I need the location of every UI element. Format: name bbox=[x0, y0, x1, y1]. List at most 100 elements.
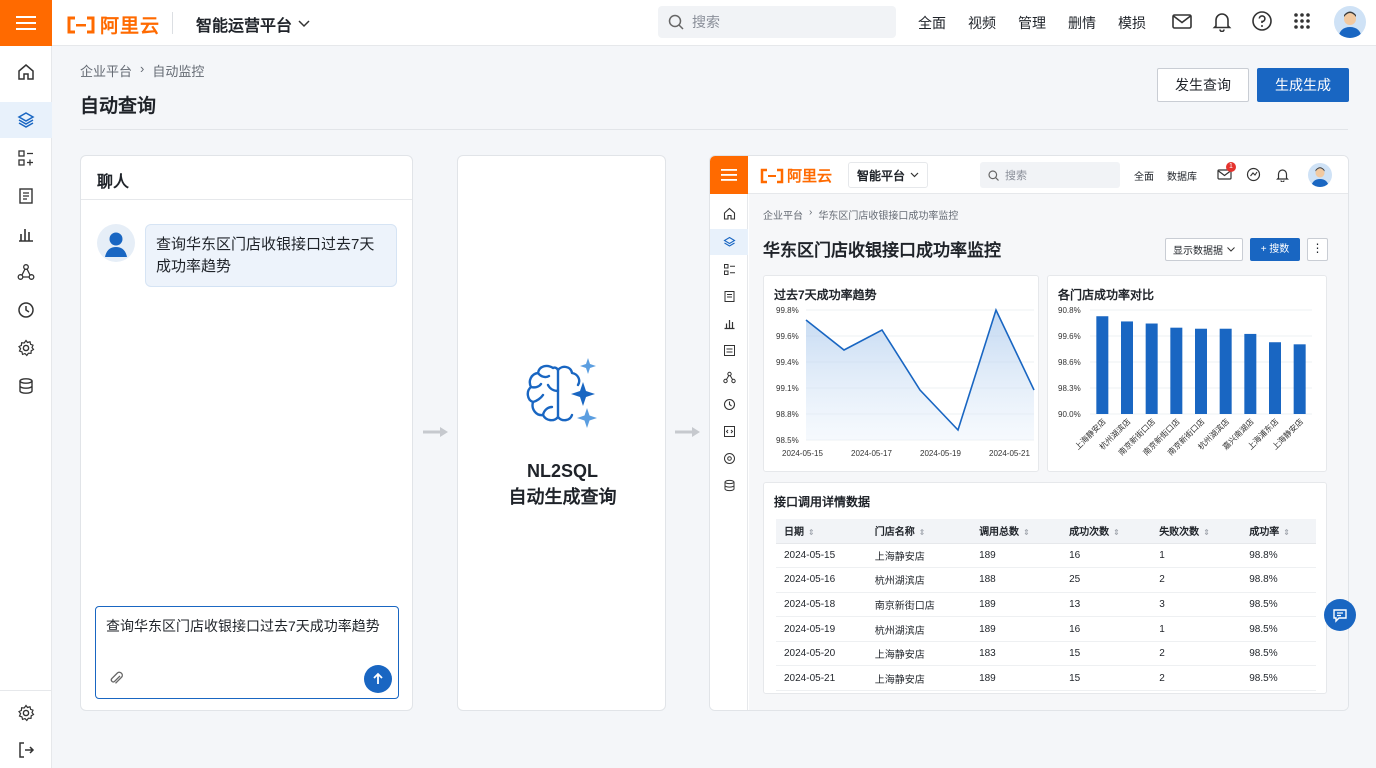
bell-icon[interactable] bbox=[1275, 167, 1290, 182]
generate-button[interactable]: 生成生成 bbox=[1257, 68, 1349, 102]
column-header-rate[interactable]: 成功率 ⇕ bbox=[1241, 519, 1316, 544]
chat-input[interactable]: 查询华东区门店收银接口过去7天成功率趋势 bbox=[95, 606, 399, 699]
document-icon bbox=[19, 188, 33, 204]
preview-main: 企业平台 › 华东区门店收银接口成功率监控 华东区门店收银接口成功率监控 显示数… bbox=[749, 194, 1348, 710]
preview-page-title: 华东区门店收银接口成功率监控 bbox=[763, 241, 1001, 260]
preview-sidebar-item-database[interactable] bbox=[710, 472, 748, 498]
preview-sidebar-item-target[interactable] bbox=[710, 445, 748, 471]
sidebar-item-list-add[interactable] bbox=[0, 140, 52, 176]
preview-sidebar-item-layers[interactable] bbox=[710, 229, 748, 255]
preview-brand-name: 阿里云 bbox=[787, 168, 833, 185]
user-avatar[interactable] bbox=[1334, 6, 1366, 38]
document-icon bbox=[724, 290, 734, 302]
preview-nav-item[interactable]: 全面 bbox=[1134, 168, 1154, 183]
sidebar-item-network[interactable] bbox=[0, 254, 52, 290]
preview-search-input[interactable]: 搜索 bbox=[980, 162, 1120, 188]
table-row[interactable]: 2024-05-15 上海静安店 189 16 1 98.8% bbox=[776, 543, 1316, 569]
nav-item[interactable]: 全面 bbox=[918, 13, 946, 33]
preview-menu-button[interactable] bbox=[710, 156, 748, 194]
activity-icon[interactable] bbox=[1246, 167, 1261, 182]
table-row[interactable]: 2024-05-20 上海静安店 183 15 2 98.5% bbox=[776, 641, 1316, 667]
breadcrumb-item[interactable]: 华东区门店收银接口成功率监控 bbox=[818, 207, 958, 222]
flow-arrow-icon bbox=[423, 427, 448, 437]
x-tick-label: 2024-05-17 bbox=[851, 449, 892, 458]
trend-area bbox=[806, 310, 1034, 440]
chevron-down-icon bbox=[910, 172, 919, 178]
help-icon[interactable] bbox=[1251, 10, 1273, 32]
breadcrumb-item[interactable]: 企业平台 bbox=[80, 61, 132, 80]
table-row[interactable]: 2024-05-21 上海静安店 189 15 2 98.5% bbox=[776, 665, 1316, 692]
nav-item[interactable]: 删情 bbox=[1068, 13, 1096, 33]
preview-sidebar-item-code[interactable] bbox=[710, 418, 748, 444]
home-icon bbox=[18, 64, 34, 80]
sidebar-item-home[interactable] bbox=[0, 54, 52, 90]
bar bbox=[1269, 342, 1281, 414]
preview-sidebar-item-analytics[interactable] bbox=[710, 310, 748, 336]
x-tick-label: 2024-05-19 bbox=[920, 449, 961, 458]
mail-icon[interactable] bbox=[1171, 10, 1193, 32]
column-header-success[interactable]: 成功次数 ⇕ bbox=[1061, 519, 1152, 544]
gear-icon bbox=[18, 704, 35, 722]
sidebar-item-logout[interactable] bbox=[0, 732, 52, 768]
y-tick-label: 98.5% bbox=[776, 436, 799, 445]
store-comparison-title: 各门店成功率对比 bbox=[1058, 288, 1155, 302]
breadcrumb-item[interactable]: 自动监控 bbox=[152, 61, 204, 80]
table-row[interactable]: 2024-05-19 杭州湖滨店 189 16 1 98.5% bbox=[776, 616, 1316, 642]
column-header-total[interactable]: 调用总数 ⇕ bbox=[971, 519, 1062, 544]
nav-item[interactable]: 视频 bbox=[968, 13, 996, 33]
brand-logo[interactable]: 阿里云 bbox=[66, 11, 160, 38]
preview-sidebar-item-home[interactable] bbox=[710, 200, 748, 226]
bell-icon[interactable] bbox=[1211, 10, 1233, 32]
sidebar-item-layers[interactable] bbox=[0, 102, 52, 138]
preview-user-avatar[interactable] bbox=[1308, 163, 1332, 187]
nav-item[interactable]: 模损 bbox=[1118, 13, 1146, 33]
column-header-failure[interactable]: 失败次数 ⇕ bbox=[1151, 519, 1242, 544]
preview-mail-button[interactable]: 1 bbox=[1217, 162, 1236, 182]
add-data-button[interactable]: + 搜数 bbox=[1250, 238, 1300, 261]
y-tick-label: 99.6% bbox=[1058, 332, 1081, 341]
sidebar-item-history[interactable] bbox=[0, 292, 52, 328]
table-row[interactable]: 2024-05-18 南京新街口店 189 13 3 98.5% bbox=[776, 592, 1316, 618]
attach-button[interactable] bbox=[108, 670, 124, 686]
y-tick-label: 99.8% bbox=[776, 306, 799, 315]
sidebar-item-analytics[interactable] bbox=[0, 216, 52, 252]
bar bbox=[1219, 328, 1232, 414]
product-switcher[interactable]: 智能运营平台 bbox=[196, 12, 310, 36]
send-button[interactable] bbox=[364, 665, 392, 693]
preview-sidebar-item-list[interactable] bbox=[710, 256, 748, 282]
more-menu-button[interactable]: ⋮ bbox=[1307, 238, 1328, 261]
query-button[interactable]: 发生查询 bbox=[1157, 68, 1249, 102]
sidebar-item-database[interactable] bbox=[0, 368, 52, 404]
bar-chart-icon bbox=[724, 319, 734, 329]
x-tick-label: 2024-05-21 bbox=[989, 449, 1030, 458]
sidebar-item-settings[interactable] bbox=[0, 330, 52, 366]
engine-label: NL2SQL 自动生成查询 bbox=[458, 458, 667, 510]
report-icon bbox=[723, 344, 735, 356]
top-icons bbox=[1171, 10, 1313, 32]
sidebar-item-document[interactable] bbox=[0, 178, 52, 214]
chat-title: 聊人 bbox=[81, 156, 412, 200]
preview-sidebar-item-network[interactable] bbox=[710, 364, 748, 390]
preview-product-switcher[interactable]: 智能平台 bbox=[848, 162, 928, 188]
display-select[interactable]: 显示数据据 bbox=[1165, 238, 1243, 261]
bar bbox=[1121, 321, 1133, 414]
preview-sidebar-item-history[interactable] bbox=[710, 391, 748, 417]
preview-brand-logo[interactable]: 阿里云 bbox=[760, 165, 832, 186]
aliyun-logo-icon bbox=[760, 168, 784, 183]
menu-button[interactable] bbox=[0, 0, 52, 46]
sidebar-item-preferences[interactable] bbox=[0, 695, 52, 731]
preview-product-name: 智能平台 bbox=[857, 168, 906, 183]
column-header-store[interactable]: 门店名称 ⇕ bbox=[866, 519, 972, 544]
apps-grid-icon[interactable] bbox=[1291, 10, 1313, 32]
header-divider bbox=[80, 129, 1348, 130]
table-row[interactable]: 2024-05-16 杭州湖滨店 188 25 2 98.8% bbox=[776, 567, 1316, 593]
breadcrumb-item[interactable]: 企业平台 bbox=[763, 207, 803, 222]
nav-item[interactable]: 管理 bbox=[1018, 13, 1046, 33]
preview-sidebar-item-report[interactable] bbox=[710, 337, 748, 363]
search-input[interactable]: 搜索 bbox=[658, 6, 896, 38]
y-tick-label: 99.6% bbox=[776, 332, 799, 341]
chat-assistant-button[interactable] bbox=[1324, 599, 1356, 631]
column-header-date[interactable]: 日期 ⇕ bbox=[776, 519, 867, 544]
preview-sidebar-item-document[interactable] bbox=[710, 283, 748, 309]
preview-nav-item[interactable]: 数据库 bbox=[1167, 168, 1197, 183]
